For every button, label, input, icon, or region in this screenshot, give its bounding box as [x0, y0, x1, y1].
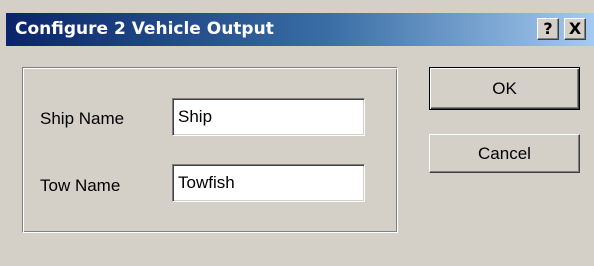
- configure-vehicle-output-dialog: Configure 2 Vehicle Output ? X Ship Name…: [0, 0, 594, 266]
- question-mark-icon: ?: [543, 19, 553, 38]
- cancel-button[interactable]: Cancel: [429, 134, 580, 173]
- window-title: Configure 2 Vehicle Output: [15, 19, 274, 39]
- tow-name-input[interactable]: [172, 164, 365, 202]
- close-icon: X: [568, 19, 582, 38]
- ok-button[interactable]: OK: [429, 67, 580, 110]
- ship-name-label: Ship Name: [40, 109, 125, 128]
- title-bar[interactable]: Configure 2 Vehicle Output ? X: [6, 13, 594, 46]
- ship-name-input[interactable]: [172, 98, 365, 136]
- close-button[interactable]: X: [564, 18, 586, 40]
- tow-name-label: Tow Name: [40, 176, 121, 195]
- vehicle-names-group: [22, 67, 398, 233]
- help-button[interactable]: ?: [537, 18, 559, 40]
